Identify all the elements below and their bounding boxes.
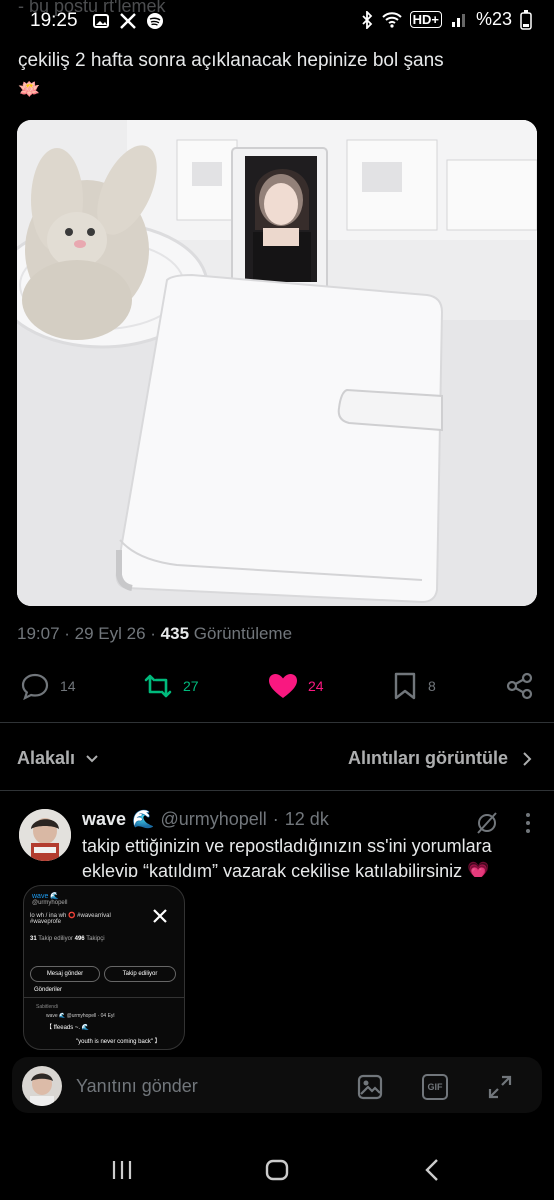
grok-icon[interactable]: [474, 811, 500, 835]
bookmark-icon: [394, 672, 416, 700]
recents-icon[interactable]: [111, 1159, 133, 1181]
battery-icon: [520, 9, 532, 30]
x-logo-icon: [120, 13, 136, 29]
reply-input[interactable]: Yanıtını gönder: [76, 1076, 198, 1097]
divider: [24, 997, 184, 998]
reply-handle[interactable]: @urmyhopell: [160, 809, 266, 830]
reply-header: wave 🌊 @urmyhopell · 12 dk: [82, 809, 329, 830]
hd-plus-icon: HD+: [409, 11, 442, 28]
repost-count: 27: [183, 678, 199, 694]
gallery-icon: [93, 14, 109, 28]
pip-posts-tab[interactable]: Gönderiler: [34, 987, 62, 993]
divider: [0, 722, 554, 723]
avatar[interactable]: [19, 809, 71, 861]
tweet-text: çekiliş 2 hafta sonra açıklanacak hepini…: [18, 48, 538, 102]
spotify-icon: [147, 13, 163, 29]
battery-percent: %23: [475, 9, 512, 29]
back-icon[interactable]: [424, 1158, 440, 1182]
wifi-icon: [381, 11, 402, 28]
pip-name: wave 🌊: [32, 893, 60, 900]
user-avatar: [22, 1066, 62, 1106]
photo-illustration: [17, 120, 537, 606]
bookmark-count: 8: [428, 678, 436, 694]
gif-button[interactable]: GIF: [422, 1074, 448, 1100]
expand-icon[interactable]: [487, 1074, 513, 1100]
share-button[interactable]: [506, 672, 534, 700]
views-count: 435: [160, 624, 190, 643]
like-count: 24: [308, 678, 324, 694]
wave-emoji: 🌊: [132, 809, 155, 829]
action-bar: 14 27 24 8: [0, 666, 554, 706]
chevron-down-icon: [86, 754, 98, 762]
signal-icon: [451, 13, 465, 27]
home-icon[interactable]: [265, 1158, 289, 1182]
pip-quote: "youth is never coming back" 】: [76, 1039, 161, 1045]
pip-stats: 31 Takip ediliyor 496 Takipçi: [30, 936, 105, 942]
image-icon[interactable]: [357, 1074, 383, 1100]
reply-age: 12 dk: [284, 809, 329, 829]
tweet-date: 29 Eyl 26: [74, 624, 146, 643]
close-icon[interactable]: [152, 908, 168, 924]
reply-name[interactable]: wave: [82, 809, 126, 830]
avatar-image: [19, 809, 71, 861]
quotes-label: Alıntıları görüntüle: [348, 748, 508, 768]
pip-pinned: Sabitlendi: [36, 1004, 58, 1010]
heart-icon: [269, 674, 297, 698]
share-icon: [506, 672, 533, 700]
view-quotes-link[interactable]: Alıntıları görüntüle: [348, 748, 532, 769]
more-options-icon[interactable]: [524, 812, 532, 834]
divider: [0, 790, 554, 791]
reply-composer: Yanıtını gönder GIF: [12, 1057, 542, 1113]
pip-message-button[interactable]: Mesaj gönder: [30, 966, 100, 982]
like-button[interactable]: 24: [268, 672, 324, 700]
tweet-photo[interactable]: [17, 120, 537, 606]
tweet-body: çekiliş 2 hafta sonra açıklanacak hepini…: [18, 50, 444, 71]
repost-icon: [144, 674, 172, 698]
reply-button[interactable]: 14: [20, 672, 76, 700]
bookmark-button[interactable]: 8: [392, 672, 436, 700]
comment-icon: [21, 673, 49, 700]
pip-handle: @urmyhopell: [32, 900, 68, 906]
pip-follow-button[interactable]: Takip ediliyor: [104, 966, 176, 982]
pip-following-count: 31: [30, 936, 37, 942]
user-avatar-image: [22, 1066, 62, 1106]
related-sort[interactable]: Alakalı: [17, 748, 99, 769]
pip-followers-label: Takipçi: [86, 936, 105, 942]
lotus-emoji: 🪷: [18, 79, 41, 99]
pip-following-label: Takip ediliyor: [38, 936, 73, 942]
system-icons: HD+ %23: [360, 9, 532, 30]
notification-icons: [92, 12, 164, 30]
views-label: Görüntüleme: [193, 624, 293, 643]
bluetooth-icon: [361, 10, 372, 29]
pip-followers-count: 496: [74, 936, 85, 942]
chevron-right-icon: [523, 751, 532, 766]
related-label: Alakalı: [17, 748, 76, 768]
reply-count: 14: [60, 678, 76, 694]
pip-post-header: wave 🌊 @urmyhopell · 04 Eyl: [46, 1013, 115, 1019]
repost-button[interactable]: 27: [143, 672, 199, 700]
pip-preview[interactable]: wave 🌊 @urmyhopell lo wh / ina wh ⭕ #wav…: [23, 885, 185, 1050]
tweet-meta: 19:07 · 29 Eyl 26 · 435 Görüntüleme: [17, 624, 293, 643]
tweet-time: 19:07: [17, 624, 60, 643]
status-bar: - bu postu rt'lemek 19:25 HD+ %23: [0, 0, 554, 40]
pip-post-text: 【 ffeeads ~. 🌊: [46, 1025, 90, 1031]
system-nav-bar: [0, 1140, 554, 1200]
pip-bio: lo wh / ina wh ⭕ #wavearrival #waveprofe: [30, 913, 111, 925]
clock: 19:25: [30, 10, 78, 31]
